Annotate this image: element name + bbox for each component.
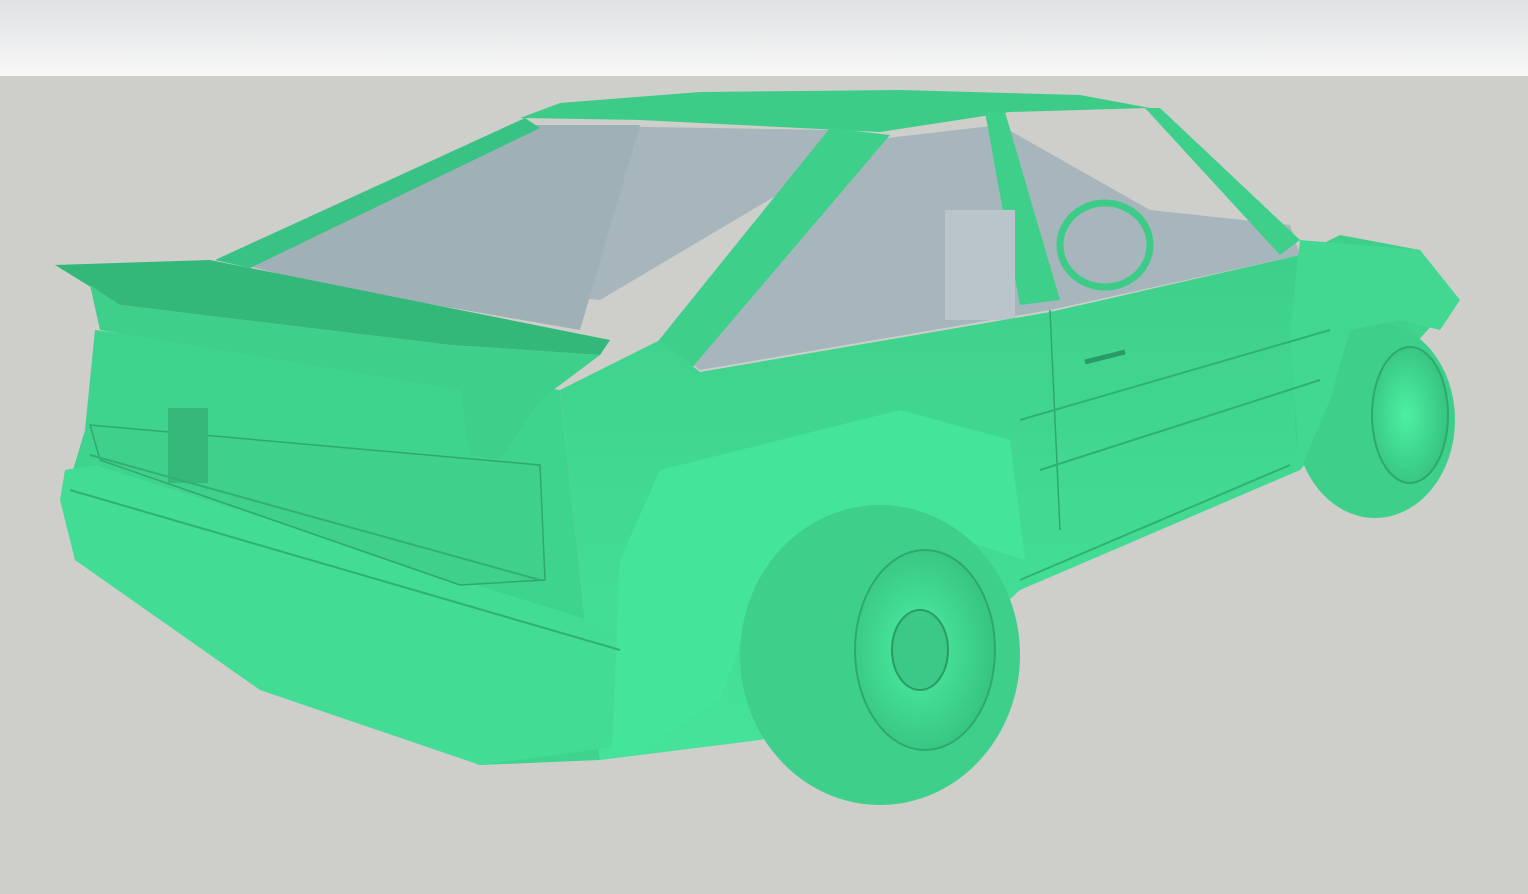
license-plate-recess: [168, 408, 208, 483]
rear-wheel-hub: [891, 609, 949, 691]
front-wheel-rim: [1371, 346, 1449, 484]
seat: [945, 210, 1015, 320]
3d-viewport[interactable]: [0, 0, 1528, 894]
